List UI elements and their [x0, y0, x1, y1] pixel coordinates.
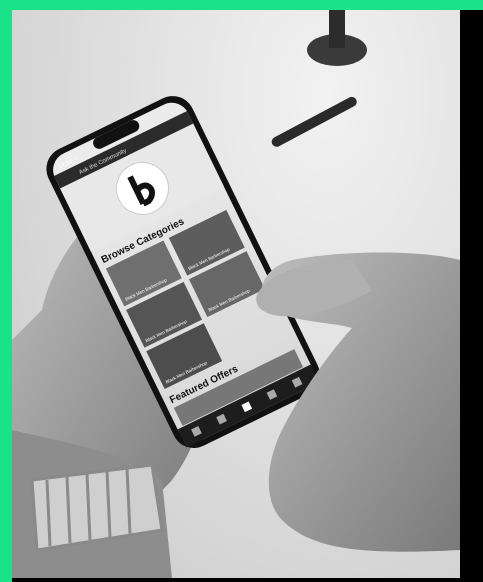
photo-background: 12:34 ✓ Ask the Community Browse Categor…	[12, 10, 460, 578]
photo-frame: 12:34 ✓ Ask the Community Browse Categor…	[0, 0, 483, 582]
background-vase	[329, 10, 345, 48]
accent-bar-left	[0, 0, 12, 582]
accent-bar-top	[0, 0, 483, 10]
background-pen	[271, 96, 357, 147]
photo-illustration: 12:34 ✓ Ask the Community Browse Categor…	[12, 10, 460, 578]
